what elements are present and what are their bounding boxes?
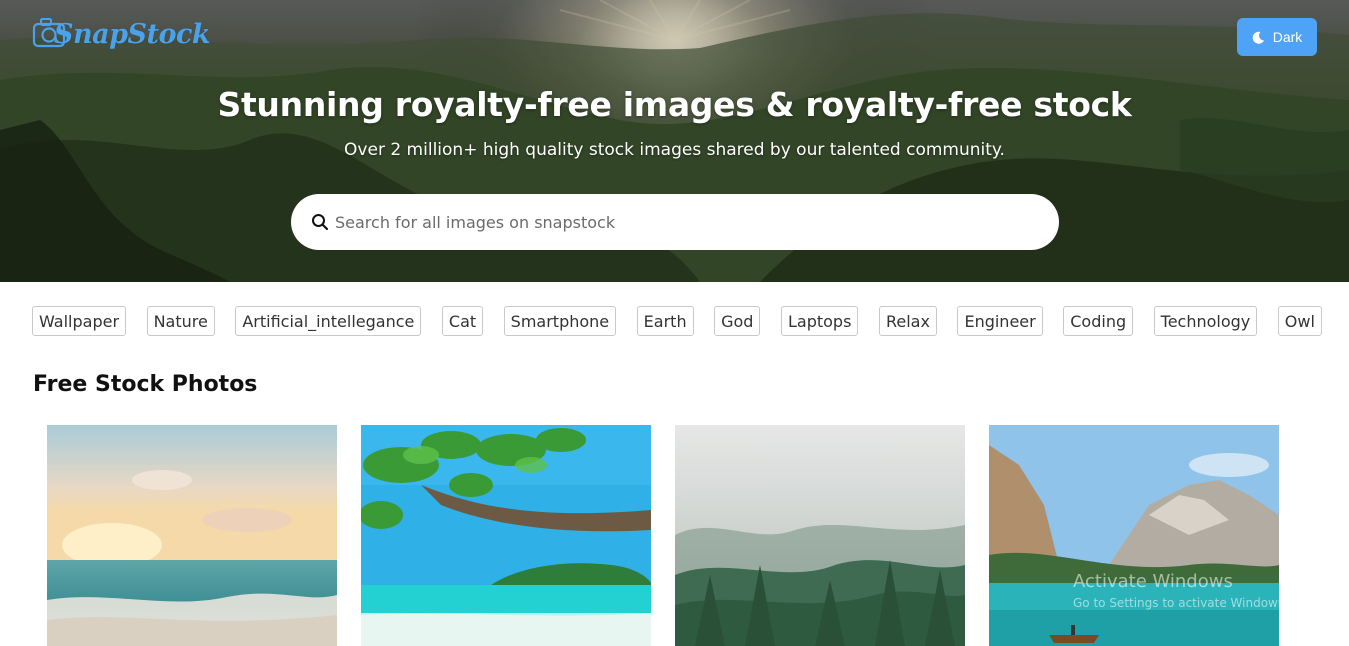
search-icon[interactable]	[311, 213, 329, 231]
dark-mode-toggle-button[interactable]: Dark	[1237, 18, 1317, 56]
tag-technology[interactable]: Technology	[1153, 306, 1258, 336]
photo-card-tropical-beach[interactable]	[361, 425, 651, 646]
tag-god[interactable]: God	[714, 306, 761, 336]
tag-artificial-intelligence[interactable]: Artificial_intellegance	[235, 306, 422, 336]
tag-wallpaper[interactable]: Wallpaper	[32, 306, 127, 336]
tag-relax[interactable]: Relax	[878, 306, 937, 336]
hero-title: Stunning royalty-free images & royalty-f…	[217, 85, 1132, 124]
photo-card-mountain-lake[interactable]	[989, 425, 1279, 646]
camera-icon	[32, 17, 68, 51]
tag-smartphone[interactable]: Smartphone	[503, 306, 617, 336]
search-input[interactable]	[335, 202, 1015, 242]
tag-earth[interactable]: Earth	[636, 306, 694, 336]
tag-owl[interactable]: Owl	[1277, 306, 1322, 336]
search-bar[interactable]	[291, 194, 1059, 250]
moon-icon	[1252, 31, 1265, 44]
photo-card-foggy-forest[interactable]	[675, 425, 965, 646]
brand-name: SnapStock	[54, 18, 211, 50]
tag-coding[interactable]: Coding	[1063, 306, 1134, 336]
dark-mode-label: Dark	[1272, 29, 1303, 45]
hero-subtitle: Over 2 million+ high quality stock image…	[344, 140, 1005, 160]
brand-logo[interactable]: SnapStock	[32, 14, 211, 54]
tag-list: Wallpaper Nature Artificial_intellegance…	[32, 306, 1322, 336]
section-title: Free Stock Photos	[33, 372, 258, 397]
tag-nature[interactable]: Nature	[146, 306, 215, 336]
hero-banner: SnapStock Dark Stunning royalty-free ima…	[0, 0, 1349, 282]
photo-gallery	[47, 425, 1279, 646]
tag-cat[interactable]: Cat	[441, 306, 484, 336]
photo-card-beach-sunset[interactable]	[47, 425, 337, 646]
tag-engineer[interactable]: Engineer	[957, 306, 1043, 336]
tag-laptops[interactable]: Laptops	[780, 306, 859, 336]
